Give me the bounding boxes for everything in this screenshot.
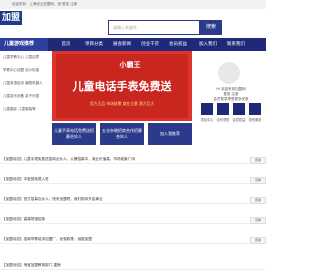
news-tag: 【加盟动态】: [2, 157, 24, 161]
nav-item-member[interactable]: 会员权益: [164, 38, 192, 51]
news-title[interactable]: 招商早教培训加盟厂，优惠政策，诚邀加盟: [24, 237, 92, 241]
cooperation-icon[interactable]: [217, 103, 229, 115]
news-title[interactable]: 儿童手表免费送招商合伙人，火爆招募中，商业价值高，市场前景广阔: [24, 157, 135, 161]
search-button[interactable]: 搜索: [200, 20, 222, 35]
news-row[interactable]: 【加盟动态】招商早教培训加盟厂，优惠政策，诚邀加盟: [0, 234, 266, 244]
top-bar: 欢迎来到 · 上海创业加盟网，请 登录 注册: [0, 0, 266, 9]
nav-item-categories[interactable]: 项目分类: [80, 38, 108, 51]
investment-service-icon[interactable]: [249, 103, 261, 115]
icon-label: 项目中心: [200, 118, 214, 122]
nav-category[interactable]: 儿童游戏推荐: [0, 38, 48, 51]
view-button[interactable]: 查看: [250, 177, 266, 184]
news-title[interactable]: 中医馆免费入驻: [24, 177, 49, 181]
nav-item-contact[interactable]: 联系我们: [222, 38, 250, 51]
icon-label: 投资服务: [248, 118, 262, 122]
site-logo[interactable]: 加盟: [0, 11, 22, 25]
nav-item-expo[interactable]: 展会新闻: [108, 38, 136, 51]
news-title[interactable]: 淘宝加盟教育部门 重磅: [24, 263, 61, 267]
banner-title: 儿童电话手表免费送: [72, 80, 172, 93]
news-tag: 【加盟动态】: [2, 237, 24, 241]
promo-button-watch[interactable]: 儿童手表电话免费送招募合伙人: [52, 123, 96, 145]
avatar[interactable]: [218, 62, 240, 84]
view-button[interactable]: 查看: [250, 237, 266, 244]
view-button[interactable]: 查看: [250, 197, 266, 204]
news-row[interactable]: 【加盟动态】高端场馆招商: [0, 214, 266, 224]
icon-label: 合作须知: [216, 118, 230, 122]
promo-button-join[interactable]: 加入我推荐: [148, 123, 192, 145]
project-center-icon[interactable]: [201, 103, 213, 115]
nav-item-home[interactable]: 首页: [52, 38, 80, 51]
view-button[interactable]: 查看: [250, 217, 266, 224]
icon-label: 会员权益: [232, 118, 246, 122]
sidebar-item[interactable]: 儿童摄影 儿童服装等: [0, 105, 48, 114]
news-title[interactable]: 高端场馆招商: [24, 217, 46, 221]
news-title[interactable]: 官方招募合伙人，快来加盟吧，我们助你开启事业: [24, 197, 103, 201]
sidebar-item[interactable]: 儿童英语培训 编程机器人: [0, 79, 48, 88]
nav-item-join[interactable]: 加入我们: [194, 38, 222, 51]
news-tag: 【加盟动态】: [2, 177, 24, 181]
promo-button-grain[interactable]: 五谷杂粮招商合作招募合伙人: [100, 123, 144, 145]
sidebar-item[interactable]: 早教中心加盟 幼小衔接: [0, 66, 48, 75]
banner-brand: 小霸王: [119, 61, 141, 69]
news-tag: 【加盟动态】: [2, 217, 24, 221]
sidebar-item[interactable]: 儿童游乐设备 亲子乐园: [0, 92, 48, 101]
news-tag: 【加盟动态】: [2, 263, 24, 267]
news-row[interactable]: 【加盟动态】官方招募合伙人，快来加盟吧，我们助你开启事业: [0, 194, 266, 204]
news-tag: 【加盟动态】: [2, 197, 24, 201]
nav-item-tips[interactable]: 创业干货: [136, 38, 164, 51]
sidebar-item[interactable]: 儿童早教中心 儿童启蒙: [0, 53, 48, 62]
news-row[interactable]: 【加盟动态】中医馆免费入驻: [0, 174, 266, 184]
view-button[interactable]: 查看: [250, 157, 266, 164]
user-hint: 会员登录享受更多优惠: [213, 97, 249, 101]
banner-tags: 官方正品 市场前景 商业立意 潜力巨大: [89, 101, 155, 106]
news-row[interactable]: 【加盟动态】儿童手表免费送招商合伙人，火爆招募中，商业价值高，市场前景广阔: [0, 154, 266, 164]
member-rights-icon[interactable]: [233, 103, 245, 115]
search-input[interactable]: 请输入关键字: [108, 20, 200, 35]
news-row[interactable]: 【加盟动态】淘宝加盟教育部门 重磅: [0, 260, 266, 270]
